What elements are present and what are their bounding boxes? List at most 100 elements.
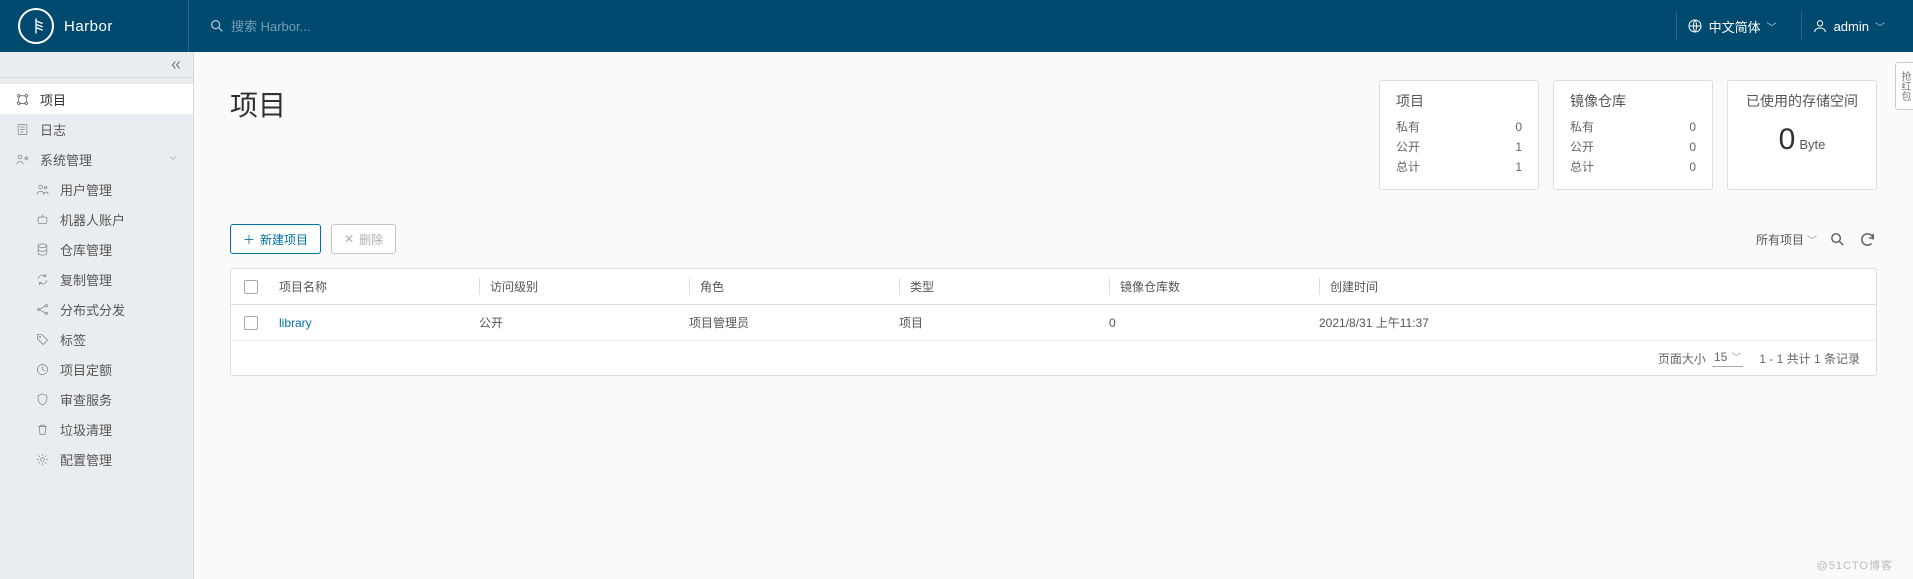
global-search[interactable] xyxy=(188,0,1676,52)
sidebar-item-label: 项目 xyxy=(40,90,66,109)
brand[interactable]: Harbor xyxy=(18,8,188,44)
col-created[interactable]: 创建时间 xyxy=(1319,278,1378,295)
globe-icon xyxy=(1687,18,1703,34)
sidebar-item-label: 复制管理 xyxy=(60,270,112,289)
user-menu[interactable]: admin ﹀ xyxy=(1801,11,1895,41)
search-icon xyxy=(209,18,225,34)
storage-value: 0 xyxy=(1779,123,1796,157)
stat-value: 0 xyxy=(1689,157,1696,177)
sidebar-item-label: 项目定额 xyxy=(60,360,112,379)
chevron-double-left-icon xyxy=(169,58,183,72)
col-name[interactable]: 项目名称 xyxy=(279,280,327,294)
trash-icon xyxy=(34,422,50,437)
sidebar-item-robot[interactable]: 机器人账户 xyxy=(0,204,193,234)
page-size-select[interactable]: 15 ﹀ xyxy=(1712,349,1743,367)
quota-icon xyxy=(34,362,50,377)
tag-icon xyxy=(34,332,50,347)
stat-label: 总计 xyxy=(1570,157,1594,177)
chevron-down-icon: ﹀ xyxy=(1807,232,1817,247)
watermark: @51CTO博客 xyxy=(1817,557,1893,573)
sidebar-item-label: 日志 xyxy=(40,120,66,139)
harbor-logo-icon xyxy=(18,8,54,44)
table-footer: 页面大小 15 ﹀ 1 - 1 共计 1 条记录 xyxy=(231,341,1876,375)
sidebar-item-label: 垃圾清理 xyxy=(60,420,112,439)
sidebar-item-distribution[interactable]: 分布式分发 xyxy=(0,294,193,324)
users-icon xyxy=(34,182,50,197)
pagination-range: 1 - 1 共计 1 条记录 xyxy=(1759,350,1860,367)
stat-label: 总计 xyxy=(1396,157,1420,177)
stat-value: 1 xyxy=(1515,157,1522,177)
table-header: 项目名称 访问级别 角色 类型 镜像仓库数 创建时间 xyxy=(231,269,1876,305)
header-right: 中文简体 ﹀ admin ﹀ xyxy=(1676,11,1895,41)
search-button[interactable] xyxy=(1827,229,1847,249)
project-link[interactable]: library xyxy=(279,316,312,330)
page-title: 项目 xyxy=(230,80,286,124)
refresh-button[interactable] xyxy=(1857,229,1877,249)
filter-label: 所有项目 xyxy=(1756,231,1804,248)
table-toolbar: ＋ 新建项目 ✕ 删除 所有项目 ﹀ xyxy=(230,224,1877,254)
sidebar-item-label: 审查服务 xyxy=(60,390,112,409)
stat-label: 私有 xyxy=(1570,117,1594,137)
language-selector[interactable]: 中文简体 ﹀ xyxy=(1676,11,1787,41)
stat-card-storage: 已使用的存储空间 0Byte xyxy=(1727,80,1877,190)
cell-access: 公开 xyxy=(479,316,503,330)
gear-icon xyxy=(34,452,50,467)
shield-icon xyxy=(34,392,50,407)
sidebar-item-replication[interactable]: 复制管理 xyxy=(0,264,193,294)
table-row[interactable]: library 公开 项目管理员 项目 0 2021/8/31 上午11:37 xyxy=(231,305,1876,341)
search-input[interactable] xyxy=(225,15,465,38)
sidebar-item-label: 仓库管理 xyxy=(60,240,112,259)
stat-label: 公开 xyxy=(1570,137,1594,157)
cell-role: 项目管理员 xyxy=(689,316,749,330)
new-project-button[interactable]: ＋ 新建项目 xyxy=(230,224,321,254)
replication-icon xyxy=(34,272,50,287)
select-all-checkbox[interactable] xyxy=(244,280,258,294)
sidebar-item-labels[interactable]: 标签 xyxy=(0,324,193,354)
sidebar-item-gc[interactable]: 垃圾清理 xyxy=(0,414,193,444)
robot-icon xyxy=(34,212,50,227)
sidebar-item-config[interactable]: 配置管理 xyxy=(0,444,193,474)
cell-type: 项目 xyxy=(899,316,923,330)
projects-table: 项目名称 访问级别 角色 类型 镜像仓库数 创建时间 library 公开 项目… xyxy=(230,268,1877,376)
chevron-down-icon xyxy=(167,152,179,167)
project-filter[interactable]: 所有项目 ﹀ xyxy=(1756,231,1817,248)
sidebar-collapse[interactable] xyxy=(0,52,193,78)
stat-label: 公开 xyxy=(1396,137,1420,157)
edge-promo-tab[interactable]: 抢红包 xyxy=(1895,62,1913,110)
language-label: 中文简体 xyxy=(1709,17,1761,36)
sidebar-item-quota[interactable]: 项目定额 xyxy=(0,354,193,384)
sidebar-item-interrogation[interactable]: 审查服务 xyxy=(0,384,193,414)
row-checkbox[interactable] xyxy=(244,316,258,330)
sidebar-nav: 项目 日志 系统管理 用户管理 机器人账户 仓库管理 复制管理 分布式分发 标签… xyxy=(0,78,193,474)
page-size-value: 15 xyxy=(1714,350,1727,364)
sidebar-item-label: 配置管理 xyxy=(60,450,112,469)
sidebar-item-logs[interactable]: 日志 xyxy=(0,114,193,144)
cell-created: 2021/8/31 上午11:37 xyxy=(1319,316,1429,330)
col-repo-count[interactable]: 镜像仓库数 xyxy=(1109,278,1180,295)
sidebar-item-sysadmin[interactable]: 系统管理 xyxy=(0,144,193,174)
chevron-down-icon: ﹀ xyxy=(1731,349,1741,364)
sidebar-item-projects[interactable]: 项目 xyxy=(0,84,193,114)
stat-value: 0 xyxy=(1689,117,1696,137)
col-type[interactable]: 类型 xyxy=(899,278,934,295)
sidebar-item-registries[interactable]: 仓库管理 xyxy=(0,234,193,264)
sidebar-item-label: 标签 xyxy=(60,330,86,349)
page-size-label: 页面大小 xyxy=(1658,350,1706,367)
col-role[interactable]: 角色 xyxy=(689,278,724,295)
storage-unit: Byte xyxy=(1799,137,1825,152)
delete-button: ✕ 删除 xyxy=(331,224,396,254)
plus-icon: ＋ xyxy=(243,231,255,248)
sidebar-item-label: 用户管理 xyxy=(60,180,112,199)
admin-icon xyxy=(14,152,30,167)
main-content: 项目 项目 私有0 公开1 总计1 镜像仓库 私有0 公开0 总计0 已使用的存… xyxy=(194,52,1913,579)
stat-card-projects: 项目 私有0 公开1 总计1 xyxy=(1379,80,1539,190)
brand-text: Harbor xyxy=(64,18,113,35)
x-icon: ✕ xyxy=(344,232,354,246)
col-access[interactable]: 访问级别 xyxy=(479,278,538,295)
stat-value: 0 xyxy=(1515,117,1522,137)
share-icon xyxy=(34,302,50,317)
sidebar: 项目 日志 系统管理 用户管理 机器人账户 仓库管理 复制管理 分布式分发 标签… xyxy=(0,52,194,579)
registry-icon xyxy=(34,242,50,257)
sidebar-item-users[interactable]: 用户管理 xyxy=(0,174,193,204)
sidebar-item-label: 系统管理 xyxy=(40,150,92,169)
